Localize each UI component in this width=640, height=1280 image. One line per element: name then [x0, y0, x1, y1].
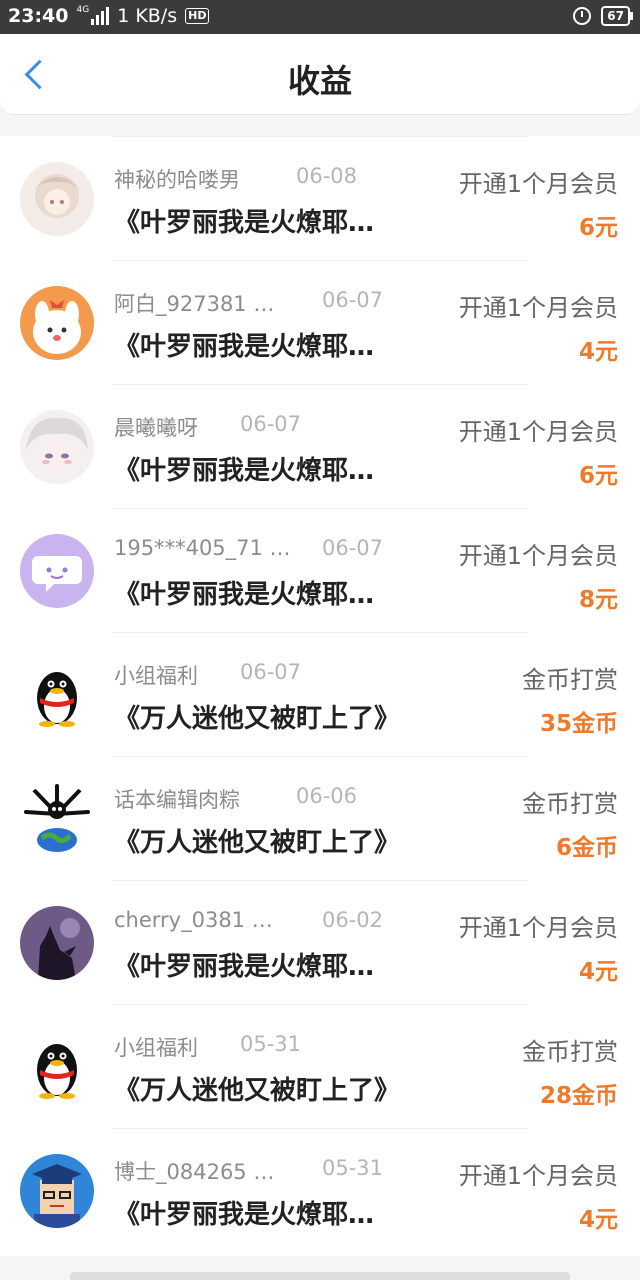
user-name: 晨曦曦呀 [114, 416, 198, 440]
date: 06-07 [322, 536, 384, 560]
income-type: 金币打赏 [522, 1038, 618, 1066]
book-title: 《万人迷他又被盯上了》 [114, 704, 401, 734]
header: 收益 [0, 34, 640, 115]
avatar[interactable] [20, 658, 94, 732]
amount: 4元 [578, 339, 618, 365]
date: 05-31 [240, 1032, 302, 1056]
amount: 6元 [578, 215, 618, 241]
list-item[interactable]: 博士_084265 … 05-31 开通1个月会员 《叶罗丽我是火燎耶… 4元 [0, 1128, 640, 1252]
earnings-list: 神秘的哈喽男 06-08 开通1个月会员 《叶罗丽我是火燎耶… 6元 阿白_92… [0, 136, 640, 1256]
list-item[interactable]: 小组福利 05-31 金币打赏 《万人迷他又被盯上了》 28金币 [0, 1004, 640, 1128]
network-speed: 1 KB/s [117, 5, 178, 27]
page-title: 收益 [287, 62, 352, 100]
amount: 8元 [578, 587, 618, 613]
list-item[interactable]: 阿白_927381 … 06-07 开通1个月会员 《叶罗丽我是火燎耶… 4元 [0, 260, 640, 384]
bottom-bar [70, 1272, 570, 1280]
date: 06-06 [296, 784, 358, 808]
divider [112, 384, 528, 385]
divider [112, 260, 528, 261]
avatar[interactable] [20, 782, 94, 856]
income-type: 开通1个月会员 [458, 542, 618, 570]
avatar[interactable] [20, 1154, 94, 1228]
book-title: 《叶罗丽我是火燎耶… [114, 456, 375, 486]
divider [112, 632, 528, 633]
divider [112, 508, 528, 509]
book-title: 《叶罗丽我是火燎耶… [114, 952, 375, 982]
network-type: 4G [76, 5, 90, 15]
divider [112, 136, 528, 137]
user-name: 阿白_927381 … [114, 292, 275, 316]
list-item[interactable]: 神秘的哈喽男 06-08 开通1个月会员 《叶罗丽我是火燎耶… 6元 [0, 136, 640, 260]
book-title: 《叶罗丽我是火燎耶… [114, 208, 375, 238]
amount: 4元 [578, 1207, 618, 1233]
battery-icon: 67 [601, 6, 633, 26]
list-item[interactable]: 话本编辑肉粽 06-06 金币打赏 《万人迷他又被盯上了》 6金币 [0, 756, 640, 880]
income-type: 开通1个月会员 [458, 418, 618, 446]
date: 05-31 [322, 1156, 384, 1180]
income-type: 金币打赏 [522, 790, 618, 818]
date: 06-02 [322, 908, 384, 932]
income-type: 金币打赏 [522, 666, 618, 694]
income-type: 开通1个月会员 [458, 914, 618, 942]
amount: 6元 [578, 463, 618, 489]
user-name: 195***405_71 … [114, 536, 291, 560]
income-type: 开通1个月会员 [458, 294, 618, 322]
signal-icon [91, 7, 110, 25]
alarm-clock-icon [573, 7, 592, 25]
date: 06-07 [322, 288, 384, 312]
avatar[interactable] [20, 286, 94, 360]
amount: 28金币 [539, 1083, 618, 1109]
income-type: 开通1个月会员 [458, 1162, 618, 1190]
user-name: 神秘的哈喽男 [114, 168, 240, 192]
date: 06-07 [240, 660, 302, 684]
amount: 4元 [578, 959, 618, 985]
list-item[interactable]: 195***405_71 … 06-07 开通1个月会员 《叶罗丽我是火燎耶… … [0, 508, 640, 632]
divider [112, 1004, 528, 1005]
user-name: 话本编辑肉粽 [114, 788, 240, 812]
book-title: 《叶罗丽我是火燎耶… [114, 332, 375, 362]
book-title: 《万人迷他又被盯上了》 [114, 1076, 401, 1106]
status-bar: 23:40 4G 1 KB/s HD 67 [0, 0, 640, 34]
list-item[interactable]: 晨曦曦呀 06-07 开通1个月会员 《叶罗丽我是火燎耶… 6元 [0, 384, 640, 508]
book-title: 《叶罗丽我是火燎耶… [114, 580, 375, 610]
divider [112, 756, 528, 757]
book-title: 《叶罗丽我是火燎耶… [114, 1200, 375, 1230]
date: 06-08 [296, 164, 358, 188]
user-name: 小组福利 [114, 664, 198, 688]
divider [112, 1128, 528, 1129]
avatar[interactable] [20, 534, 94, 608]
book-title: 《万人迷他又被盯上了》 [114, 828, 401, 858]
income-type: 开通1个月会员 [458, 170, 618, 198]
user-name: 小组福利 [114, 1036, 198, 1060]
list-item[interactable]: cherry_0381 … 06-02 开通1个月会员 《叶罗丽我是火燎耶… 4… [0, 880, 640, 1004]
user-name: 博士_084265 … [114, 1160, 275, 1184]
list-item[interactable]: 小组福利 06-07 金币打赏 《万人迷他又被盯上了》 35金币 [0, 632, 640, 756]
status-time: 23:40 [8, 5, 69, 27]
avatar[interactable] [20, 162, 94, 236]
avatar[interactable] [20, 1030, 94, 1104]
divider [112, 880, 528, 881]
amount: 6金币 [555, 835, 618, 861]
date: 06-07 [240, 412, 302, 436]
hd-icon: HD [185, 8, 210, 24]
user-name: cherry_0381 … [114, 908, 273, 932]
avatar[interactable] [20, 906, 94, 980]
amount: 35金币 [539, 711, 618, 737]
avatar[interactable] [20, 410, 94, 484]
